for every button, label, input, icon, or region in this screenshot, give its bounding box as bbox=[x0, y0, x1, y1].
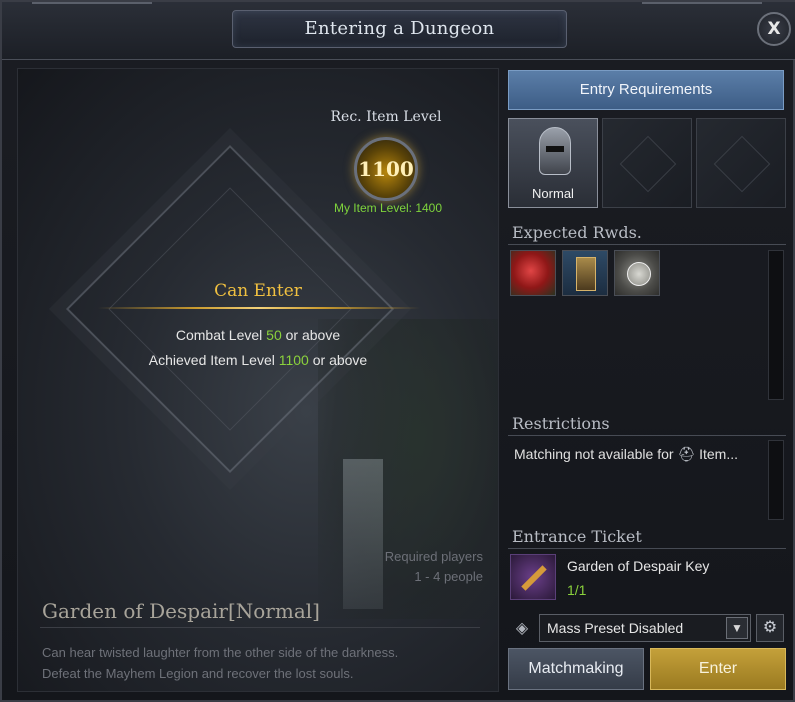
req1-value: 50 bbox=[266, 327, 282, 343]
item-level-orb-icon: 1100 bbox=[354, 137, 418, 201]
preset-gem-icon: ◈ bbox=[515, 620, 529, 637]
helmet-icon bbox=[539, 127, 571, 175]
gold-divider bbox=[98, 307, 420, 309]
required-players: Required players 1 - 4 people bbox=[385, 547, 483, 587]
restrictions-divider bbox=[508, 435, 786, 436]
title-plate: Entering a Dungeon bbox=[232, 10, 567, 48]
required-players-label: Required players bbox=[384, 549, 483, 564]
item-level-requirement: Achieved Item Level 1100 or above bbox=[78, 352, 438, 368]
dungeon-window: Entering a Dungeon X Rec. Item Level 110… bbox=[0, 0, 795, 702]
rewards-divider bbox=[508, 244, 786, 245]
locked-pattern-icon bbox=[713, 135, 771, 193]
restrictions-title: Restrictions bbox=[512, 414, 610, 433]
red-orb-icon[interactable] bbox=[510, 250, 556, 296]
difficulty-normal[interactable]: Normal bbox=[508, 118, 598, 208]
title-bar: Entering a Dungeon X bbox=[2, 2, 795, 60]
locked-pattern-icon bbox=[619, 135, 677, 193]
req2-prefix: Achieved Item Level bbox=[148, 352, 279, 368]
req1-prefix: Combat Level bbox=[175, 327, 267, 343]
dungeon-preview-panel: Rec. Item Level 1100 My Item Level: 1400… bbox=[17, 68, 499, 692]
expected-rewards-title: Expected Rwds. bbox=[512, 223, 642, 242]
waterfall-background bbox=[343, 459, 383, 609]
rec-item-level-label: Rec. Item Level bbox=[330, 109, 442, 125]
difficulty-normal-label: Normal bbox=[532, 186, 574, 201]
ticket-count: 1/1 bbox=[567, 582, 587, 598]
entry-requirements-tab[interactable]: Entry Requirements bbox=[508, 70, 784, 110]
difficulty-selector: Normal bbox=[508, 118, 786, 208]
ticket-name: Garden of Despair Key bbox=[567, 558, 710, 574]
requirements-panel: Entry Requirements Normal Expected Rwds.… bbox=[508, 68, 786, 692]
difficulty-slot-locked-1[interactable] bbox=[602, 118, 692, 208]
my-item-level: My Item Level: 1400 bbox=[333, 201, 443, 215]
restriction-suffix: Item... bbox=[695, 446, 739, 462]
req1-suffix: or above bbox=[281, 327, 341, 343]
name-divider bbox=[40, 627, 480, 628]
description-line-2: Defeat the Mayhem Legion and recover the… bbox=[42, 666, 354, 681]
dungeon-name: Garden of Despair[Normal] bbox=[42, 599, 320, 623]
enter-button[interactable]: Enter bbox=[650, 648, 786, 690]
title-ornament-left bbox=[32, 2, 152, 16]
gear-icon[interactable]: ⚙ bbox=[756, 614, 784, 642]
restrictions-scrollbar[interactable] bbox=[768, 440, 784, 520]
restriction-text: Matching not available for ⛑ Item... bbox=[514, 446, 738, 463]
req2-suffix: or above bbox=[308, 352, 368, 368]
mass-preset-dropdown[interactable]: Mass Preset Disabled ▼ bbox=[539, 614, 751, 642]
description-line-1: Can hear twisted laughter from the other… bbox=[42, 645, 399, 660]
rec-item-level-value: 1100 bbox=[358, 157, 414, 181]
key-icon[interactable] bbox=[510, 554, 556, 600]
title-ornament-right bbox=[642, 2, 762, 16]
helmet-icon: ⛑ bbox=[677, 446, 696, 462]
card-pack-icon[interactable] bbox=[562, 250, 608, 296]
can-enter-status: Can Enter bbox=[214, 281, 302, 301]
dungeon-description: Can hear twisted laughter from the other… bbox=[42, 642, 398, 684]
matchmaking-button[interactable]: Matchmaking bbox=[508, 648, 644, 690]
req2-value: 1100 bbox=[278, 352, 309, 368]
required-players-value: 1 - 4 people bbox=[414, 569, 483, 584]
entrance-ticket-title: Entrance Ticket bbox=[512, 527, 642, 546]
combat-level-requirement: Combat Level 50 or above bbox=[78, 327, 438, 343]
preset-selected-value: Mass Preset Disabled bbox=[547, 620, 684, 636]
chevron-down-icon[interactable]: ▼ bbox=[726, 617, 748, 639]
ticket-divider bbox=[508, 548, 786, 549]
silver-coins-icon[interactable] bbox=[614, 250, 660, 296]
difficulty-slot-locked-2[interactable] bbox=[696, 118, 786, 208]
close-button[interactable]: X bbox=[757, 12, 791, 46]
rewards-scrollbar[interactable] bbox=[768, 250, 784, 400]
window-title: Entering a Dungeon bbox=[304, 18, 495, 39]
restriction-prefix: Matching not available for bbox=[514, 446, 678, 462]
